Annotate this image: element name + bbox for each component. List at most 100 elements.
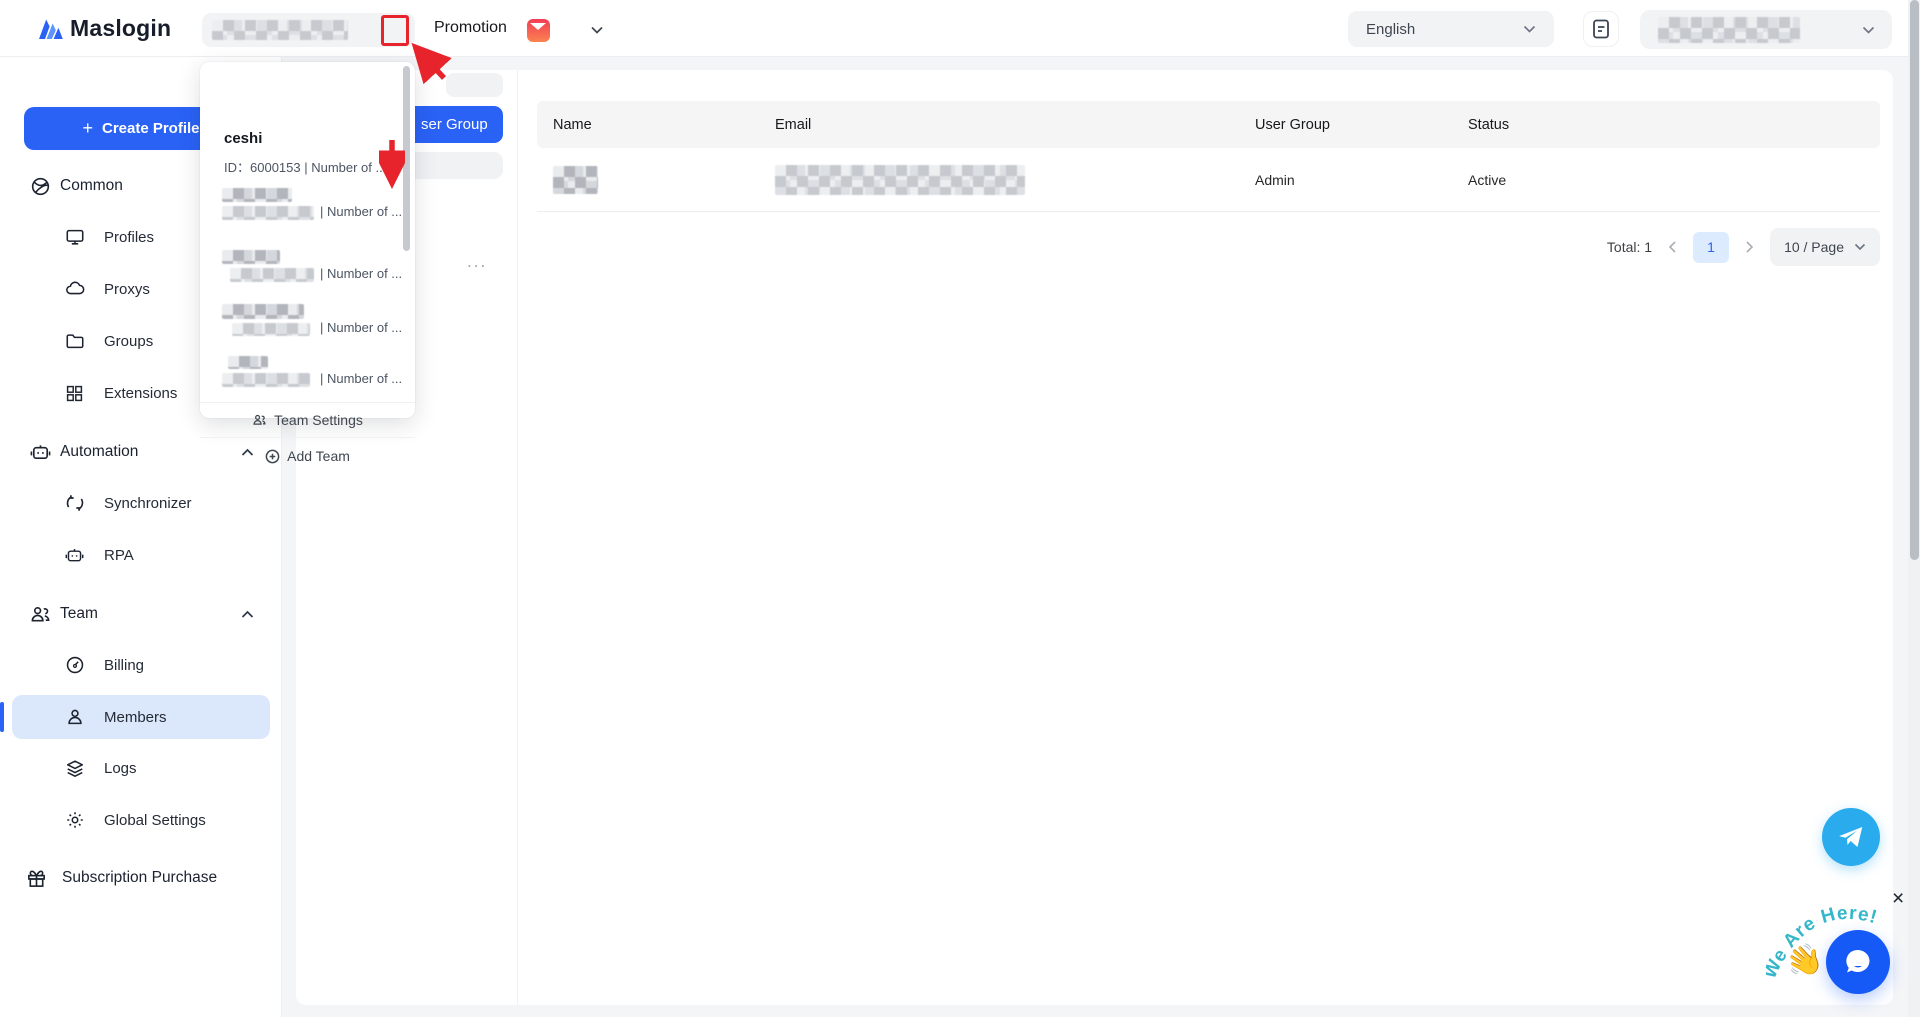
annotation-arrow-up-left <box>406 38 454 86</box>
document-icon <box>1592 19 1610 39</box>
team-option-suffix: | Number of ... <box>320 320 402 335</box>
more-options-dots[interactable]: ... <box>467 252 487 272</box>
document-icon-button[interactable] <box>1583 11 1619 47</box>
team-option[interactable]: | Number of ... <box>222 302 397 348</box>
member-status: Active <box>1468 172 1880 188</box>
chat-bubble-icon <box>1840 944 1876 980</box>
chat-widget-button[interactable] <box>1826 930 1890 994</box>
sidebar-item-label: Logs <box>104 760 137 777</box>
team-settings-label: Team Settings <box>274 412 363 428</box>
current-team-name[interactable]: ceshi <box>224 130 262 147</box>
cloud-icon <box>64 279 85 300</box>
team-option-suffix: | Number of ... <box>320 204 402 219</box>
table-header-status: Status <box>1468 117 1880 133</box>
sidebar-section-label: Team <box>60 605 98 623</box>
language-value: English <box>1366 21 1415 38</box>
plus-icon: + <box>82 118 93 139</box>
sidebar-section-label: Common <box>60 177 123 195</box>
sidebar-item-label: Synchronizer <box>104 495 192 512</box>
sidebar-item-label: Groups <box>104 333 153 350</box>
next-page-icon[interactable] <box>1743 240 1756 254</box>
team-name-redacted <box>212 20 348 40</box>
chevron-down-icon <box>1523 25 1536 34</box>
annotation-arrow-down <box>379 136 405 196</box>
create-profile-label: Create Profile <box>102 120 200 137</box>
team-dropdown-menu: ceshi ID：6000153 | Number of ... | Numbe… <box>200 62 415 418</box>
sidebar-item-rpa[interactable]: RPA <box>0 535 282 575</box>
sidebar-item-label: Billing <box>104 657 144 674</box>
sidebar-item-label: Profiles <box>104 229 154 246</box>
user-name-redacted <box>1658 17 1800 43</box>
table-header-email: Email <box>775 117 1255 133</box>
divider <box>200 437 415 438</box>
page-size-select[interactable]: 10 / Page <box>1770 228 1880 266</box>
sidebar-item-global-settings[interactable]: Global Settings <box>0 800 282 840</box>
chevron-up-icon[interactable] <box>241 610 254 619</box>
sidebar-item-label: Extensions <box>104 385 177 402</box>
team-option[interactable]: | Number of ... <box>222 248 397 294</box>
current-team-meta: ID：6000153 | Number of ... <box>224 157 386 176</box>
robot-icon <box>64 545 85 566</box>
grid-icon <box>64 383 85 404</box>
table-header: Name Email User Group Status <box>537 101 1880 148</box>
team-option[interactable]: | Number of ... <box>222 186 397 232</box>
table-header-group: User Group <box>1255 117 1468 133</box>
group-panel-top-pill[interactable] <box>446 73 503 97</box>
group-panel-divider <box>517 70 518 1005</box>
team-icon <box>30 604 51 625</box>
folder-icon <box>64 331 85 352</box>
sidebar-item-label: Global Settings <box>104 812 206 829</box>
member-user-group: Admin <box>1255 172 1468 188</box>
monitor-icon <box>64 227 85 248</box>
prev-page-icon[interactable] <box>1666 240 1679 254</box>
team-settings-icon <box>252 413 267 427</box>
sidebar-item-members[interactable]: Members <box>0 697 282 737</box>
team-option[interactable]: | Number of ... <box>222 354 397 400</box>
sync-icon <box>64 493 85 514</box>
page-number-button[interactable]: 1 <box>1693 232 1729 263</box>
sidebar-item-label: Subscription Purchase <box>62 869 217 887</box>
sidebar-item-label: RPA <box>104 547 134 564</box>
page-scrollbar-track[interactable] <box>1908 0 1920 1017</box>
sidebar-section-team[interactable]: Team <box>0 594 282 634</box>
pagination: Total: 1 1 10 / Page <box>1607 224 1880 270</box>
topbar: Maslogin Promotion English <box>0 0 1920 57</box>
member-email-redacted <box>775 165 1025 195</box>
promotion-link[interactable]: Promotion <box>434 19 507 37</box>
gear-icon <box>64 810 85 831</box>
layers-icon <box>64 758 85 779</box>
table-row[interactable]: Admin Active <box>537 148 1880 212</box>
gauge-icon <box>64 655 85 676</box>
sidebar-item-label: Members <box>104 709 167 726</box>
chevron-down-icon <box>1862 26 1875 35</box>
page-scrollbar-thumb[interactable] <box>1910 0 1919 560</box>
sidebar-item-subscription-purchase[interactable]: Subscription Purchase <box>0 858 282 898</box>
table-header-name: Name <box>553 117 775 133</box>
member-name-redacted <box>553 166 598 194</box>
user-account-menu[interactable] <box>1640 10 1892 49</box>
team-option-suffix: | Number of ... <box>320 266 402 281</box>
annotation-highlight-box <box>381 15 409 46</box>
pagination-total: Total: 1 <box>1607 239 1652 255</box>
chevron-down-icon[interactable] <box>590 26 604 35</box>
sidebar-item-synchronizer[interactable]: Synchronizer <box>0 483 282 523</box>
add-team-button[interactable]: Add Team <box>200 439 415 473</box>
main-content-card: ser Group ... Name Email User Group Stat… <box>296 70 1893 1005</box>
language-select[interactable]: English <box>1348 11 1554 47</box>
telegram-button[interactable] <box>1822 808 1880 866</box>
page-size-value: 10 / Page <box>1784 239 1844 255</box>
team-option-suffix: | Number of ... <box>320 371 402 386</box>
robot-icon <box>30 442 51 463</box>
globe-icon <box>30 176 51 197</box>
add-team-label: Add Team <box>287 448 350 464</box>
sidebar-section-label: Automation <box>60 443 138 461</box>
sidebar-item-logs[interactable]: Logs <box>0 748 282 788</box>
add-circle-icon <box>265 449 280 464</box>
promotion-envelope-icon[interactable] <box>527 19 550 42</box>
team-settings-button[interactable]: Team Settings <box>200 403 415 437</box>
sidebar-item-billing[interactable]: Billing <box>0 645 282 685</box>
maslogin-logo-icon <box>38 18 64 40</box>
close-icon[interactable]: × <box>1892 888 1904 909</box>
telegram-icon <box>1836 822 1866 852</box>
sidebar-item-label: Proxys <box>104 281 150 298</box>
